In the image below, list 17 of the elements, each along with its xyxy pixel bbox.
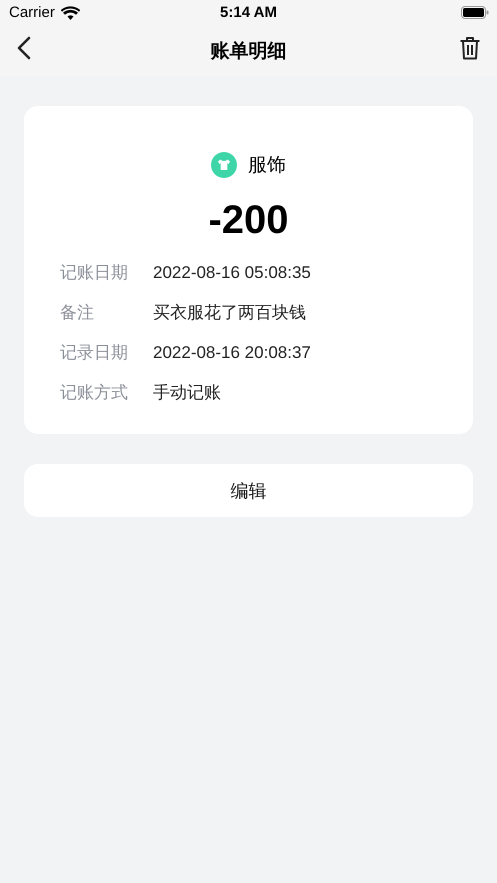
field-value: 2022-08-16 20:08:37 bbox=[153, 342, 311, 364]
page-title: 账单明细 bbox=[210, 40, 286, 64]
field-value: 手动记账 bbox=[153, 382, 221, 404]
field-label: 备注 bbox=[60, 302, 95, 324]
edit-button[interactable]: 编辑 bbox=[24, 464, 473, 517]
field-label: 记账日期 bbox=[60, 262, 129, 284]
category-label: 服饰 bbox=[248, 154, 286, 178]
shirt-icon bbox=[211, 152, 237, 178]
field-label: 记录日期 bbox=[60, 342, 129, 364]
amount-text: -200 bbox=[208, 198, 289, 243]
carrier-label: Carrier bbox=[9, 4, 55, 21]
field-value: 买衣服花了两百块钱 bbox=[153, 302, 306, 324]
wifi-icon bbox=[60, 6, 80, 20]
field-value: 2022-08-16 05:08:35 bbox=[153, 262, 311, 284]
clock-time: 5:14 AM bbox=[220, 4, 277, 21]
field-label: 记账方式 bbox=[60, 382, 129, 404]
battery-icon bbox=[461, 6, 489, 19]
